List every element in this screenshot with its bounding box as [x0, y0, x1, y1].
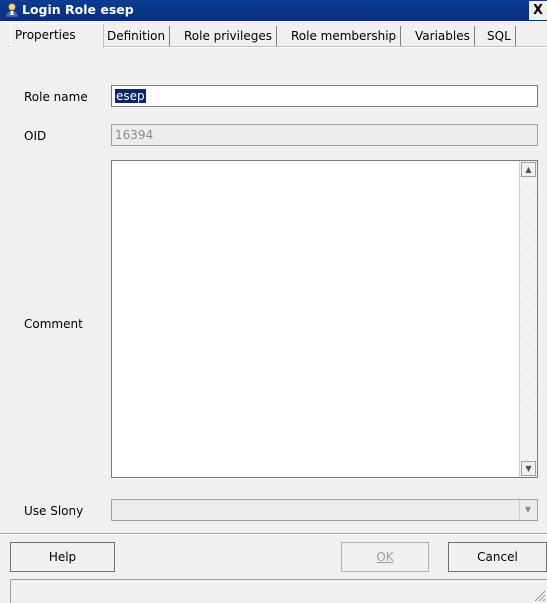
- tab-variables[interactable]: Variables: [411, 26, 475, 46]
- use-slony-select: ▼: [111, 499, 538, 521]
- tab-role-membership[interactable]: Role membership: [287, 26, 402, 46]
- cancel-button-label: Cancel: [477, 550, 518, 564]
- role-name-value: esep: [115, 89, 146, 103]
- title-bar[interactable]: Login Role esep X: [0, 0, 547, 21]
- oid-label: OID: [24, 129, 47, 143]
- ok-button[interactable]: OK: [341, 542, 429, 572]
- tab-definition[interactable]: Definition: [103, 26, 171, 46]
- tab-role-privileges[interactable]: Role privileges: [180, 26, 277, 46]
- cancel-button[interactable]: Cancel: [448, 542, 547, 572]
- help-button[interactable]: Help: [10, 542, 115, 572]
- close-icon[interactable]: X: [529, 1, 547, 20]
- role-name-label: Role name: [24, 90, 88, 104]
- user-icon: [4, 2, 20, 18]
- comment-label: Comment: [24, 317, 83, 331]
- chevron-down-icon: ▼: [519, 501, 536, 519]
- ok-button-label: OK: [376, 550, 394, 564]
- status-bar: [10, 579, 547, 603]
- resize-grip-icon[interactable]: [533, 589, 545, 601]
- oid-field: 16394: [111, 124, 538, 146]
- tab-properties[interactable]: Properties: [10, 23, 104, 48]
- oid-value: 16394: [115, 128, 154, 142]
- comment-scrollbar[interactable]: ▲ ▼: [519, 161, 537, 477]
- login-role-dialog: Login Role esep X Properties Definition …: [0, 0, 547, 603]
- button-separator: [0, 533, 547, 535]
- window-title: Login Role esep: [22, 2, 134, 17]
- role-name-input[interactable]: esep: [111, 85, 538, 107]
- comment-textarea[interactable]: ▲ ▼: [111, 160, 538, 478]
- scroll-down-icon[interactable]: ▼: [521, 461, 536, 476]
- scroll-up-icon[interactable]: ▲: [521, 162, 536, 177]
- use-slony-label: Use Slony: [24, 504, 84, 518]
- tab-sql[interactable]: SQL: [483, 26, 516, 46]
